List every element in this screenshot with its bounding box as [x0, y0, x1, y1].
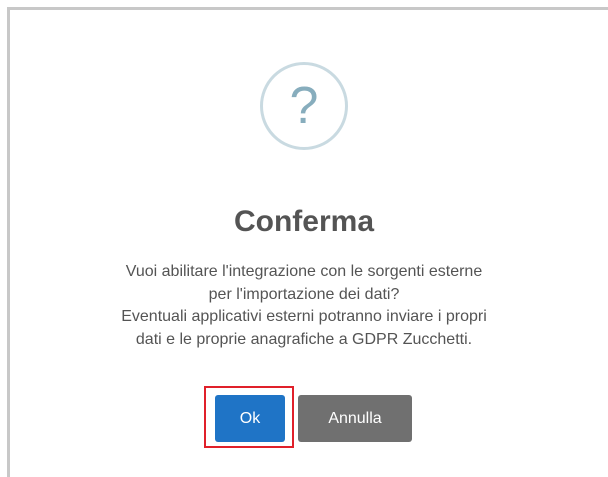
- cancel-button[interactable]: Annulla: [298, 395, 412, 442]
- question-icon-glyph: ?: [289, 77, 319, 135]
- dialog-title: Conferma: [233, 205, 375, 238]
- message-line: per l'importazione dei dati?: [208, 285, 400, 303]
- ok-button[interactable]: Ok: [215, 395, 285, 442]
- dialog-actions: Ok Annulla: [0, 386, 608, 448]
- message-line: Eventuali applicativi esterni potranno i…: [121, 308, 487, 325]
- message-line: Vuoi abilitare l'integrazione con le sor…: [125, 263, 483, 280]
- message-line: dati e le proprie anagrafiche a GDPR Zuc…: [135, 330, 473, 348]
- question-icon: ?: [260, 62, 348, 150]
- dialog-message: Vuoi abilitare l'integrazione con le sor…: [0, 261, 608, 351]
